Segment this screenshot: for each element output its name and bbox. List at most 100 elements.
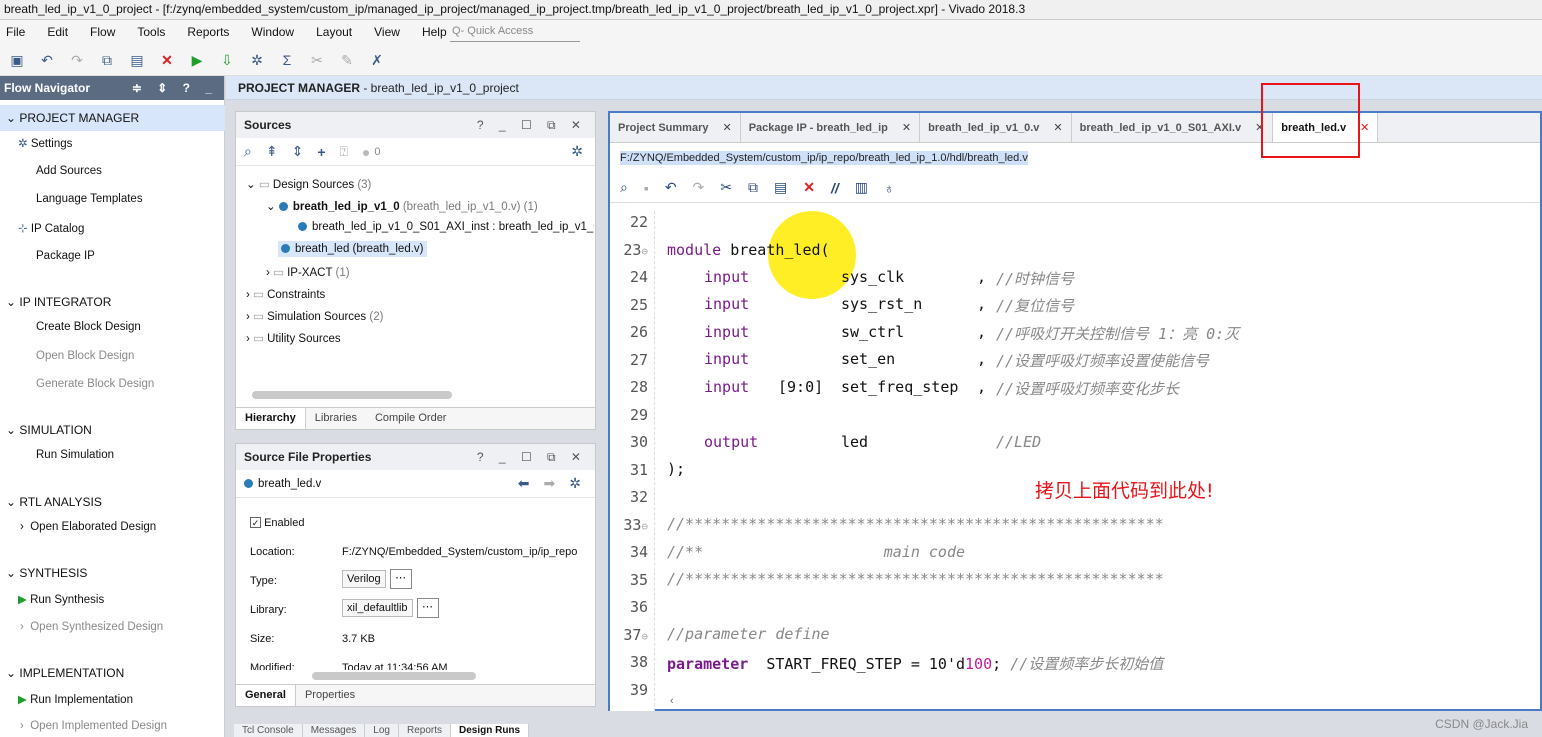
- panel-controls[interactable]: ? _ ☐ ⧉ ✕: [477, 444, 587, 470]
- close-icon[interactable]: ✕: [1053, 122, 1062, 134]
- undo-icon[interactable]: ↶: [665, 179, 677, 196]
- horizontal-scrollbar[interactable]: [252, 391, 452, 399]
- section-ip-integrator[interactable]: ⌄ IP INTEGRATOR: [0, 295, 111, 309]
- tree-ip-xact[interactable]: › ▭ IP-XACT (1): [266, 265, 350, 279]
- tree-breath-led[interactable]: breath_led (breath_led.v): [278, 241, 427, 257]
- library-more-button[interactable]: ⋯: [416, 598, 439, 618]
- horizontal-scrollbar[interactable]: [312, 672, 476, 680]
- paste-icon[interactable]: ▤: [126, 49, 148, 71]
- code-line-24[interactable]: input sys_clk, //时钟信号: [704, 268, 1074, 288]
- enabled-checkbox[interactable]: ✓ Enabled: [250, 517, 304, 529]
- comment-icon[interactable]: //: [831, 180, 839, 196]
- library-field[interactable]: xil_defaultlib: [342, 598, 413, 617]
- code-line-38[interactable]: parameter START_FREQ_STEP = 10'd100; //设…: [667, 653, 1163, 674]
- tree-simulation-sources[interactable]: › ▭ Simulation Sources (2): [246, 309, 383, 323]
- type-more-button[interactable]: ⋯: [389, 569, 412, 589]
- nav-open-synthesized-design[interactable]: › Open Synthesized Design: [20, 621, 163, 633]
- tab-hierarchy[interactable]: Hierarchy: [236, 408, 306, 429]
- tree-axi-inst[interactable]: breath_led_ip_v1_0_S01_AXI_inst : breath…: [298, 221, 594, 233]
- menu-reports[interactable]: Reports: [187, 25, 229, 39]
- expand-all-icon[interactable]: ⇕: [292, 143, 304, 160]
- nav-open-block-design[interactable]: Open Block Design: [36, 350, 134, 362]
- tree-constraints[interactable]: › ▭ Constraints: [246, 287, 325, 301]
- nav-add-sources[interactable]: Add Sources: [36, 165, 102, 177]
- add-icon[interactable]: +: [317, 144, 325, 160]
- tab-breath-led-ip-v1-0[interactable]: breath_led_ip_v1_0.v ✕: [920, 113, 1072, 142]
- section-simulation[interactable]: ⌄ SIMULATION: [0, 423, 92, 437]
- cut-icon[interactable]: ✂: [720, 179, 732, 196]
- nav-language-templates[interactable]: Language Templates: [36, 193, 143, 205]
- panel-controls[interactable]: ? _ ☐ ⧉ ✕: [477, 112, 587, 138]
- code-line-26[interactable]: input sw_ctrl, //呼吸灯开关控制信号 1：亮 0:灭: [704, 323, 1239, 343]
- search-icon[interactable]: ⌕: [620, 179, 628, 196]
- redo-icon[interactable]: ↷: [66, 49, 88, 71]
- code-line-23[interactable]: module breath_led(: [667, 241, 830, 259]
- code-line-31[interactable]: );: [667, 460, 685, 478]
- nav-settings[interactable]: ✲ Settings: [18, 136, 72, 150]
- tab-design-runs[interactable]: Design Runs: [450, 724, 530, 737]
- close-icon[interactable]: ✕: [722, 122, 731, 134]
- tab-tcl-console[interactable]: Tcl Console: [234, 724, 303, 737]
- nav-create-block-design[interactable]: Create Block Design: [36, 321, 141, 333]
- paste-icon[interactable]: ▤: [774, 179, 787, 196]
- menu-view[interactable]: View: [374, 25, 400, 39]
- fold-icon[interactable]: ⊖: [641, 520, 648, 533]
- nav-package-ip[interactable]: Package IP: [36, 250, 95, 262]
- close-icon[interactable]: ✕: [902, 122, 911, 134]
- code-line-35[interactable]: //**************************************…: [667, 570, 1164, 588]
- back-arrow-icon[interactable]: ⬅: [518, 475, 530, 492]
- code-line-30[interactable]: output led //LED: [704, 433, 1041, 451]
- tab-package-ip[interactable]: Package IP - breath_led_ip ✕: [741, 113, 921, 142]
- tool-icon-1[interactable]: ✂: [306, 49, 328, 71]
- code-line-28[interactable]: input [9:0] set_freq_step, //设置呼吸灯频率变化步长: [704, 378, 1179, 398]
- nav-generate-block-design[interactable]: Generate Block Design: [36, 378, 154, 390]
- info-icon[interactable]: ⍰: [340, 143, 348, 160]
- quick-access-input[interactable]: Q- Quick Access: [450, 22, 580, 42]
- menu-help[interactable]: Help: [422, 25, 447, 39]
- scroll-left-icon[interactable]: ‹: [670, 695, 674, 707]
- tab-compile-order[interactable]: Compile Order: [366, 408, 456, 429]
- save-icon[interactable]: ▪: [644, 180, 649, 196]
- code-line-27[interactable]: input set_en, //设置呼吸灯频率设置使能信号: [704, 350, 1209, 370]
- nav-ip-catalog[interactable]: ⊹ IP Catalog: [18, 221, 84, 235]
- menu-file[interactable]: File: [6, 25, 25, 39]
- navigator-controls[interactable]: ≑ ⇕ ? _: [132, 76, 218, 100]
- menu-tools[interactable]: Tools: [137, 25, 165, 39]
- code-line-25[interactable]: input sys_rst_n, //复位信号: [704, 295, 1074, 315]
- code-line-33[interactable]: //**************************************…: [667, 515, 1164, 533]
- menu-layout[interactable]: Layout: [316, 25, 352, 39]
- properties-settings-icon[interactable]: ✲: [569, 475, 581, 492]
- column-icon[interactable]: ▥: [855, 179, 868, 196]
- settings-icon[interactable]: ✲: [246, 49, 268, 71]
- nav-run-implementation[interactable]: ▶ Run Implementation: [18, 692, 133, 706]
- tab-axi-file[interactable]: breath_led_ip_v1_0_S01_AXI.v ✕: [1072, 113, 1274, 142]
- copy-icon[interactable]: ⧉: [748, 179, 758, 196]
- section-synthesis[interactable]: ⌄ SYNTHESIS: [0, 566, 87, 580]
- lightbulb-icon[interactable]: ♁: [884, 180, 895, 196]
- open-project-icon[interactable]: ▣: [6, 49, 28, 71]
- tab-project-summary[interactable]: Project Summary ✕: [610, 113, 741, 142]
- redo-icon[interactable]: ↷: [693, 179, 705, 196]
- section-rtl-analysis[interactable]: ⌄ RTL ANALYSIS: [0, 495, 102, 509]
- section-implementation[interactable]: ⌄ IMPLEMENTATION: [0, 666, 124, 680]
- section-project-manager[interactable]: ⌄ PROJECT MANAGER: [0, 105, 225, 131]
- tab-properties[interactable]: Properties: [296, 685, 364, 706]
- collapse-all-icon[interactable]: ⇞: [266, 143, 278, 160]
- tree-utility-sources[interactable]: › ▭ Utility Sources: [246, 331, 341, 345]
- tool-icon-3[interactable]: ✗: [366, 49, 388, 71]
- menu-flow[interactable]: Flow: [90, 25, 115, 39]
- nav-open-elaborated-design[interactable]: › Open Elaborated Design: [20, 521, 156, 533]
- bitstream-icon[interactable]: ⇩: [216, 49, 238, 71]
- nav-run-simulation[interactable]: Run Simulation: [36, 449, 114, 461]
- menu-edit[interactable]: Edit: [47, 25, 68, 39]
- close-icon[interactable]: ✕: [1360, 122, 1369, 134]
- search-icon[interactable]: ⌕: [244, 143, 252, 160]
- tree-design-sources[interactable]: ⌄ ▭ Design Sources (3): [246, 177, 371, 191]
- undo-icon[interactable]: ↶: [36, 49, 58, 71]
- tab-libraries[interactable]: Libraries: [306, 408, 366, 429]
- sigma-icon[interactable]: Σ: [276, 49, 298, 71]
- type-field[interactable]: Verilog: [342, 569, 386, 588]
- tab-messages[interactable]: Messages: [302, 724, 366, 737]
- delete-icon[interactable]: ✕: [803, 179, 815, 196]
- tab-general[interactable]: General: [236, 685, 296, 706]
